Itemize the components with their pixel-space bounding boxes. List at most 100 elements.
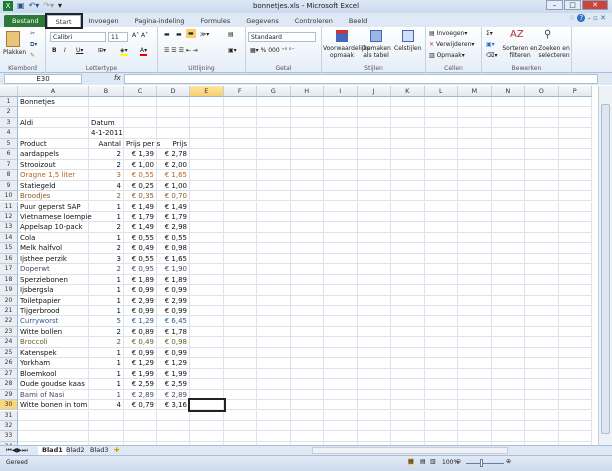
cell-B30[interactable]: 4 (89, 400, 124, 411)
cell-N9[interactable] (491, 180, 525, 192)
cell-F4[interactable] (223, 128, 257, 139)
cell-A1[interactable]: Bonnetjes (18, 97, 89, 108)
scroll-thumb[interactable] (601, 104, 610, 434)
cell-M28[interactable] (458, 379, 492, 390)
cell-C23[interactable]: € 0,89 (124, 326, 157, 338)
cell-J14[interactable] (357, 232, 391, 244)
cell-A5[interactable]: Product (18, 138, 89, 150)
cell-H5[interactable] (290, 138, 324, 150)
cell-B12[interactable]: 1 (89, 211, 124, 223)
cell-A16[interactable]: Ijsthee perzik (18, 253, 89, 265)
cell-M23[interactable] (458, 326, 492, 338)
row-header[interactable]: 6 (0, 149, 18, 160)
cell-H17[interactable] (290, 264, 324, 275)
tab-start[interactable]: Start (44, 13, 83, 29)
column-header-D[interactable]: D (157, 86, 190, 97)
cell-D31[interactable] (157, 410, 190, 421)
cell-F16[interactable] (223, 253, 257, 265)
cell-O20[interactable] (525, 295, 559, 306)
cell-M4[interactable] (458, 128, 492, 139)
cell-B13[interactable]: 2 (89, 222, 124, 233)
cell-A8[interactable]: Oragne 1,5 liter (18, 170, 89, 181)
conditional-format-button[interactable]: Voorwaardelijke opmaak (323, 45, 371, 59)
cell-P28[interactable] (558, 379, 592, 390)
cell-C20[interactable]: € 2,99 (124, 295, 157, 306)
cell-P26[interactable] (558, 358, 592, 369)
row-header[interactable]: 14 (0, 232, 18, 244)
cell-K5[interactable] (391, 138, 425, 150)
cell-K10[interactable] (391, 191, 425, 202)
cell-N11[interactable] (491, 201, 525, 212)
cell-H18[interactable] (290, 274, 324, 286)
cell-F22[interactable] (223, 316, 257, 327)
cell-A20[interactable]: Toiletpapier (18, 295, 89, 306)
cell-C10[interactable]: € 0,35 (124, 191, 157, 202)
cell-H32[interactable] (290, 420, 324, 432)
cell-E14[interactable] (190, 232, 224, 244)
cell-O25[interactable] (525, 347, 559, 359)
cell-E26[interactable] (190, 358, 224, 369)
cell-K20[interactable] (391, 295, 425, 306)
cell-L2[interactable] (424, 107, 458, 118)
cell-D12[interactable]: € 1,79 (157, 211, 190, 223)
cell-F9[interactable] (223, 180, 257, 192)
row-header[interactable]: 8 (0, 170, 18, 181)
cell-H4[interactable] (290, 128, 324, 139)
cell-C26[interactable]: € 1,29 (124, 358, 157, 369)
cell-E11[interactable] (190, 201, 224, 212)
align-middle-icon[interactable]: ▬ (176, 31, 182, 38)
horizontal-scrollbar[interactable] (312, 447, 508, 454)
cell-E16[interactable] (190, 253, 224, 265)
cell-K6[interactable] (391, 149, 425, 160)
cell-B16[interactable]: 3 (89, 253, 124, 265)
cell-E23[interactable] (190, 326, 224, 338)
cell-K23[interactable] (391, 326, 425, 338)
row-header[interactable]: 32 (0, 420, 18, 432)
cell-I4[interactable] (324, 128, 358, 139)
cell-J17[interactable] (357, 264, 391, 275)
cell-F23[interactable] (223, 326, 257, 338)
cell-B24[interactable]: 2 (89, 337, 124, 348)
cell-B6[interactable]: 2 (89, 149, 124, 160)
column-header-B[interactable]: B (89, 86, 124, 97)
cell-L14[interactable] (424, 232, 458, 244)
cell-D7[interactable]: € 2,00 (157, 159, 190, 171)
cell-N8[interactable] (491, 170, 525, 181)
column-header-E[interactable]: E (190, 86, 224, 97)
cell-H31[interactable] (290, 410, 324, 421)
cell-P15[interactable] (558, 243, 592, 254)
cell-J13[interactable] (357, 222, 391, 233)
cell-C31[interactable] (124, 410, 157, 421)
cell-K19[interactable] (391, 285, 425, 296)
cell-J22[interactable] (357, 316, 391, 327)
cell-H25[interactable] (290, 347, 324, 359)
cell-P13[interactable] (558, 222, 592, 233)
cell-G25[interactable] (257, 347, 291, 359)
cell-M18[interactable] (458, 274, 492, 286)
cell-O6[interactable] (525, 149, 559, 160)
cell-F25[interactable] (223, 347, 257, 359)
cell-P23[interactable] (558, 326, 592, 338)
cell-E10[interactable] (190, 191, 224, 202)
cell-D16[interactable]: € 1,65 (157, 253, 190, 265)
cell-J27[interactable] (357, 368, 391, 380)
cell-C16[interactable]: € 0,55 (124, 253, 157, 265)
cell-J4[interactable] (357, 128, 391, 139)
cell-O32[interactable] (525, 420, 559, 432)
tab-controleren[interactable]: Controleren (287, 15, 341, 27)
cell-A23[interactable]: Witte bollen (18, 326, 89, 338)
cell-B32[interactable] (89, 420, 124, 432)
cell-L7[interactable] (424, 159, 458, 171)
row-header[interactable]: 13 (0, 222, 18, 233)
cell-M19[interactable] (458, 285, 492, 296)
cell-P17[interactable] (558, 264, 592, 275)
cell-O11[interactable] (525, 201, 559, 212)
cell-D32[interactable] (157, 420, 190, 432)
cell-L6[interactable] (424, 149, 458, 160)
cell-P8[interactable] (558, 170, 592, 181)
cell-O13[interactable] (525, 222, 559, 233)
cell-J33[interactable] (357, 431, 391, 442)
cell-A3[interactable]: Aldi (18, 117, 89, 129)
cell-I2[interactable] (324, 107, 358, 118)
cell-B10[interactable]: 2 (89, 191, 124, 202)
